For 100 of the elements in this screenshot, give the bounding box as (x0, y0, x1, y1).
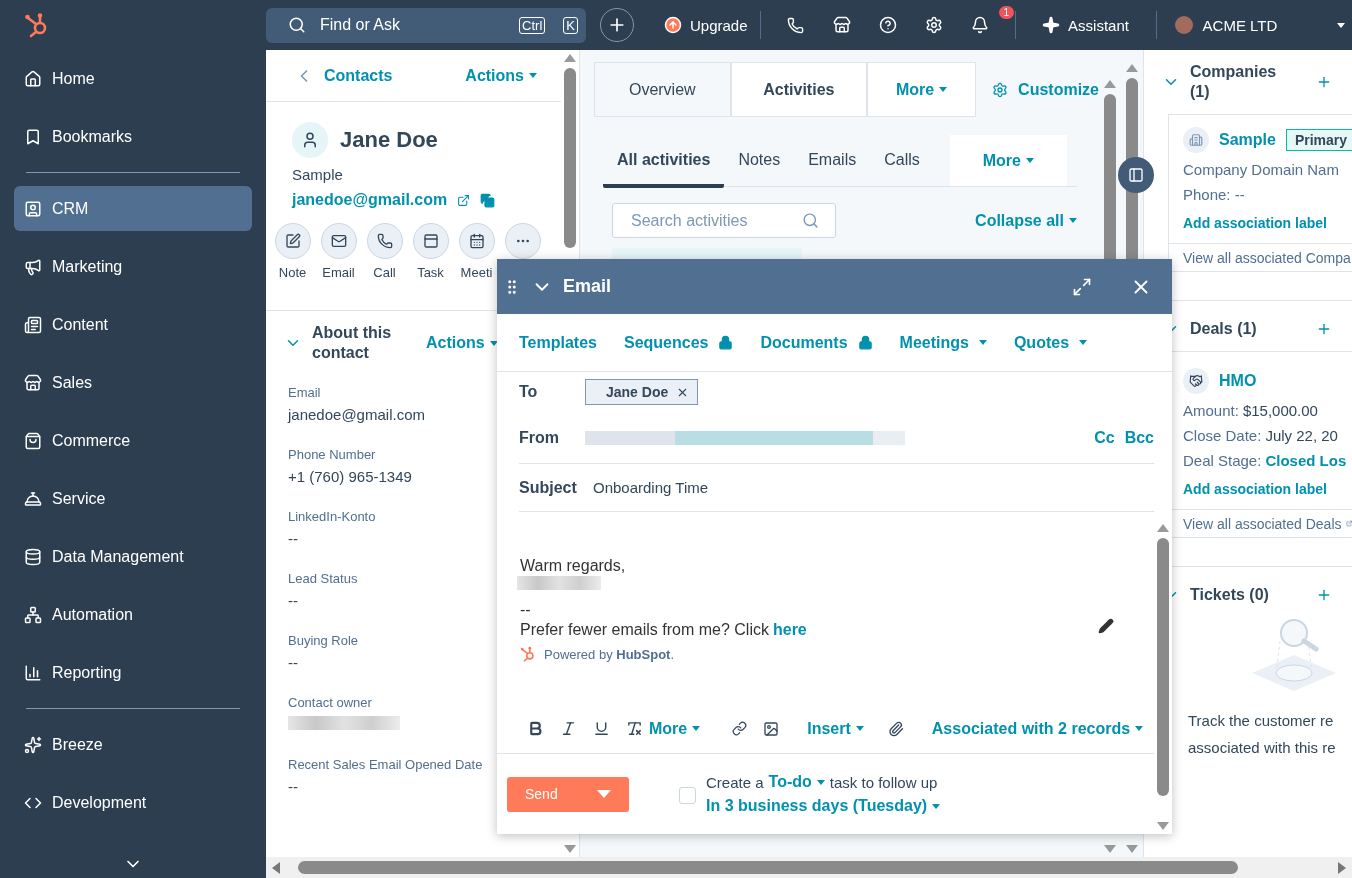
store-icon[interactable] (832, 16, 851, 34)
deal-stage-link[interactable]: Closed Los (1265, 452, 1347, 469)
call-button[interactable] (366, 223, 403, 259)
actions-dropdown[interactable]: Actions (426, 334, 498, 352)
task-type-dropdown[interactable]: To-do (768, 773, 825, 791)
add-icon[interactable] (1316, 74, 1332, 90)
external-link-icon[interactable] (457, 193, 471, 207)
add-association-label-link[interactable]: Add association label (1183, 215, 1327, 231)
composer-tool[interactable]: Templates (519, 333, 597, 352)
contact-name: Jane Doe (340, 127, 438, 153)
email-link[interactable]: janedoe@gmail.com (292, 191, 448, 209)
property-value: janedoe@gmail.com (288, 406, 425, 423)
sidebar-item[interactable]: Bookmarks (14, 114, 252, 159)
sidebar-item[interactable]: Service (14, 476, 252, 521)
deal-link[interactable]: HMO (1219, 372, 1257, 390)
help-icon[interactable] (878, 16, 897, 34)
due-date-dropdown[interactable]: In 3 business days (Tuesday) (706, 797, 941, 815)
subject-field[interactable]: Onboarding Time (593, 479, 709, 496)
sidebar-item[interactable]: Sales (14, 360, 252, 405)
activity-tab[interactable]: All activities (603, 135, 725, 188)
image-icon[interactable] (763, 720, 780, 737)
clear-format-icon[interactable] (626, 720, 643, 737)
record-tab[interactable]: Overview (594, 62, 731, 117)
external-link-icon (1345, 518, 1352, 529)
bcc-link[interactable]: Bcc (1124, 428, 1154, 447)
add-association-label-link[interactable]: Add association label (1183, 481, 1327, 497)
composer-tool[interactable]: Quotes (1013, 333, 1088, 352)
composer-tool[interactable]: Meetings (899, 333, 987, 352)
account-menu[interactable]: ACME LTD (1174, 16, 1346, 34)
sidebar-item[interactable]: Commerce (14, 418, 252, 463)
composer-tool[interactable]: Documents (760, 333, 873, 352)
record-tab[interactable]: More (867, 62, 977, 117)
checkbox[interactable] (679, 787, 696, 804)
caret-icon (1135, 726, 1144, 731)
company-link[interactable]: Sample (1219, 131, 1276, 149)
building-icon (1183, 127, 1209, 153)
customize-button[interactable]: Customize (992, 80, 1099, 99)
recipient-chip[interactable]: Jane Doe (585, 379, 699, 405)
note-icon (284, 233, 301, 249)
search-field[interactable]: Find or Ask Ctrl K (266, 7, 586, 43)
add-icon[interactable] (1316, 321, 1332, 337)
caret-icon (1069, 218, 1077, 223)
link-icon[interactable] (732, 721, 748, 736)
sidebar-item[interactable]: Automation (14, 592, 252, 637)
add-icon[interactable] (1316, 587, 1332, 603)
paperclip-icon[interactable] (887, 720, 904, 737)
underline-icon[interactable] (593, 720, 610, 737)
actions-dropdown[interactable]: Actions (465, 66, 537, 85)
record-tab[interactable]: Activities (730, 62, 868, 117)
company-detail: Phone: -- (1183, 186, 1245, 203)
sidebar-item[interactable]: Home (14, 56, 252, 101)
cc-link[interactable]: Cc (1094, 428, 1115, 447)
sidebar-item[interactable]: Content (14, 302, 252, 347)
property-value: -- (288, 654, 298, 671)
sidebar-item[interactable]: Development (14, 780, 252, 825)
activity-tab[interactable]: Notes (724, 135, 795, 188)
upgrade-button[interactable]: Upgrade (664, 16, 748, 34)
sidebar-item[interactable]: CRM (14, 186, 252, 231)
task-button[interactable] (412, 223, 449, 259)
activity-tab[interactable]: Emails (794, 135, 871, 188)
meeting-button[interactable] (458, 223, 495, 259)
sidebar-item[interactable]: Data Management (14, 534, 252, 579)
email-button[interactable] (320, 223, 357, 259)
panel-toggle-button[interactable] (1118, 157, 1154, 193)
send-button[interactable]: Send (507, 776, 629, 812)
search-activities-field[interactable]: Search activities (612, 203, 836, 238)
caret-icon (692, 726, 701, 731)
unsubscribe-text: Prefer fewer emails from me? Click (520, 620, 769, 640)
network-icon (24, 605, 42, 624)
property-label: Email (288, 385, 321, 400)
sidebar-item[interactable]: Reporting (14, 650, 252, 695)
contact-avatar (292, 122, 328, 158)
collapse-all-dropdown[interactable]: Collapse all (975, 211, 1077, 230)
unsubscribe-link[interactable]: here (772, 621, 807, 639)
note-button[interactable] (274, 223, 311, 259)
view-all-link[interactable]: View all associated Compa (1168, 244, 1352, 272)
phone-icon[interactable] (787, 16, 805, 34)
expand-icon[interactable] (1072, 276, 1092, 297)
notification-bell-icon[interactable] (970, 16, 989, 34)
window-icon (422, 233, 439, 249)
empty-state-text: Track the customer re associated with this re (1188, 711, 1337, 758)
activity-tab[interactable]: Calls (870, 135, 934, 188)
italic-icon[interactable] (560, 720, 577, 737)
sidebar-item[interactable]: Breeze (14, 722, 252, 767)
assistant-button[interactable]: Assistant (1027, 16, 1144, 34)
horizontal-scrollbar[interactable] (266, 857, 1352, 878)
pencil-icon[interactable] (1098, 618, 1114, 634)
more-dropdown[interactable]: More (649, 719, 701, 738)
caret-icon (529, 73, 537, 78)
insert-dropdown[interactable]: Insert (807, 719, 864, 738)
sprocket-logo-icon (520, 646, 536, 662)
sidebar-item[interactable]: Marketing (14, 244, 252, 289)
contacts-link[interactable]: Contacts (324, 66, 393, 85)
composer-tool[interactable]: Sequences (623, 333, 734, 352)
copy-icon[interactable] (480, 192, 496, 208)
activity-tab[interactable]: More (949, 135, 1067, 186)
caret-icon (978, 340, 987, 345)
associated-records-dropdown[interactable]: Associated with 2 records (931, 719, 1144, 738)
settings-icon[interactable] (924, 16, 943, 34)
bold-icon[interactable] (527, 720, 544, 737)
